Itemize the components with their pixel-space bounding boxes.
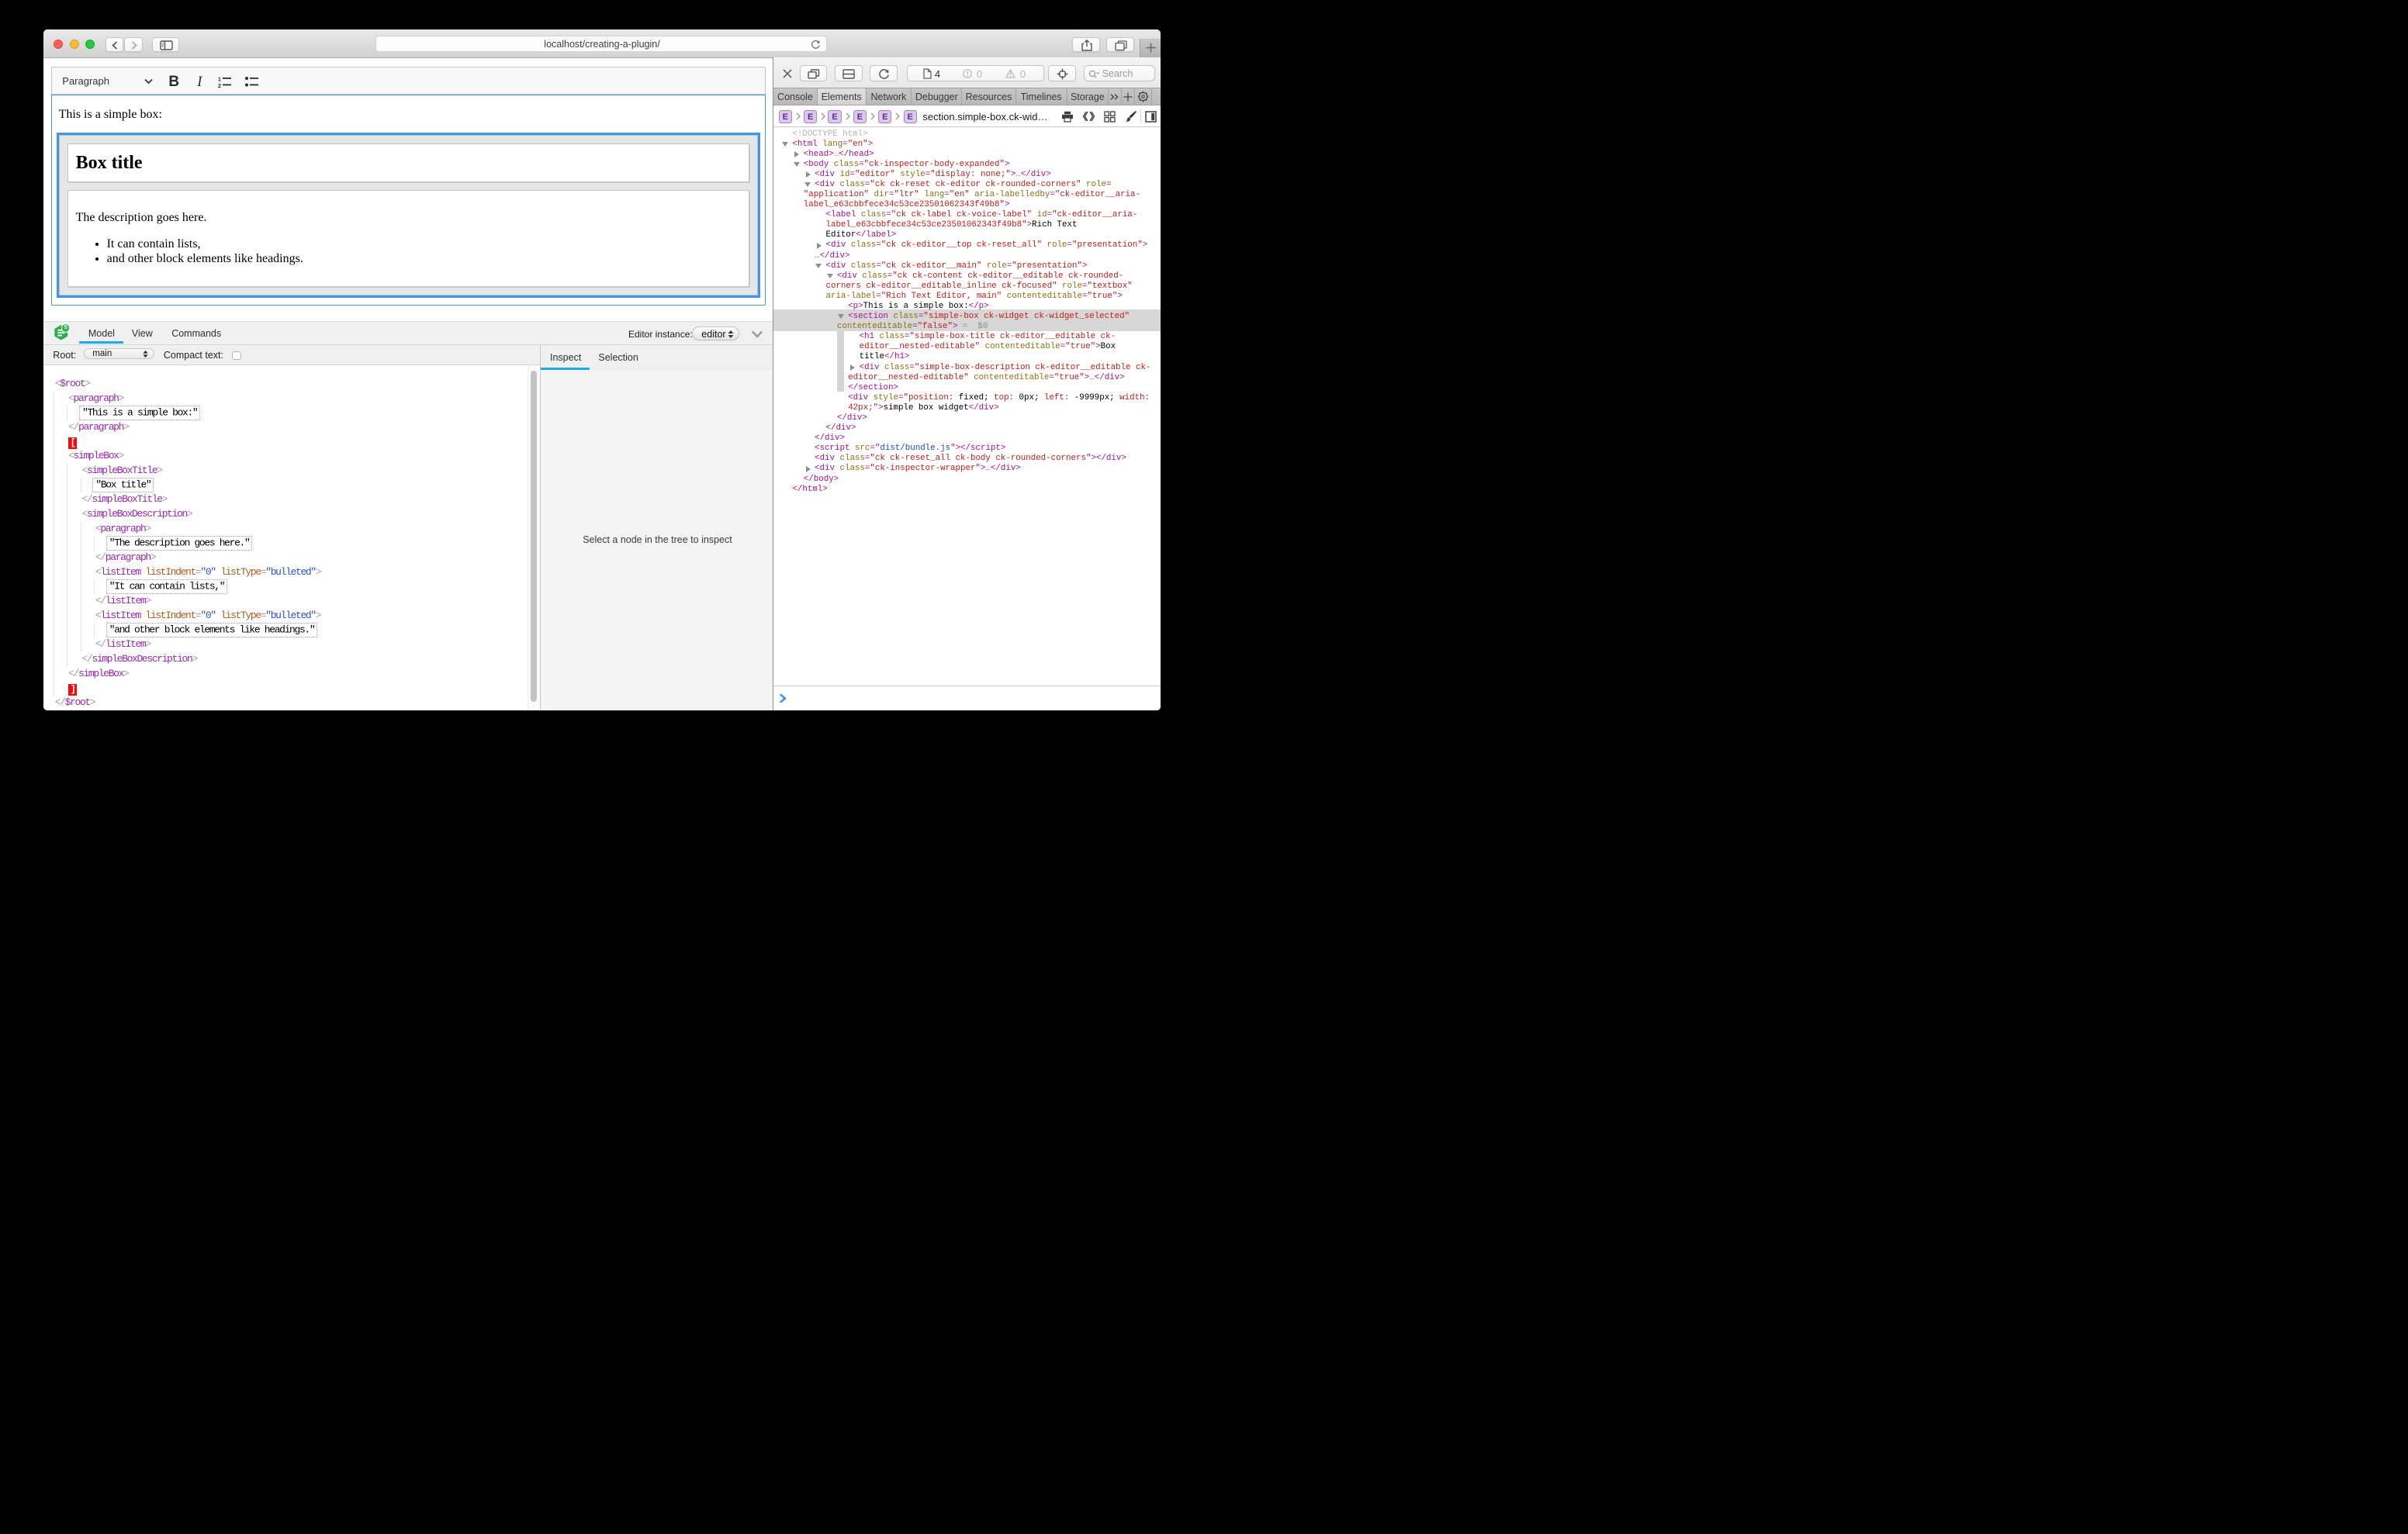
svg-text:2: 2 [218,84,221,88]
svg-text:1: 1 [218,77,221,82]
